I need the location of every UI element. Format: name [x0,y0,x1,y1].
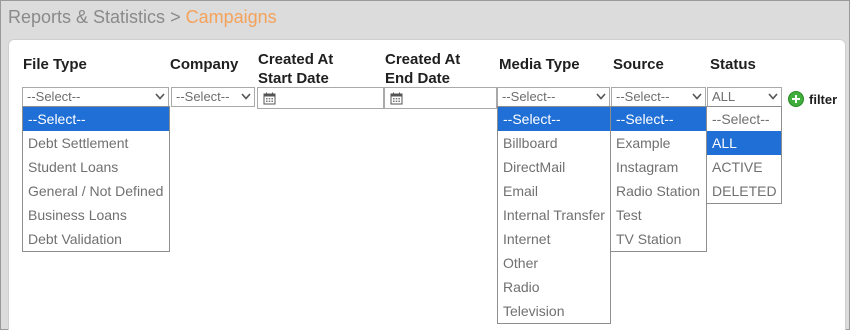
list-item[interactable]: Example [611,131,706,155]
breadcrumb: Reports & Statistics > Campaigns [8,7,277,28]
list-item[interactable]: Internal Transfer [498,203,610,227]
file-type-select[interactable]: --Select-- [22,87,169,107]
list-item[interactable]: Debt Settlement [23,131,169,155]
label-created-start-line2: Start Date [258,70,329,87]
list-item[interactable]: Debt Validation [23,227,169,251]
filter-label: filter [809,91,838,107]
label-file-type: File Type [23,56,87,73]
chevron-down-icon [596,92,606,101]
list-item[interactable]: Business Loans [23,203,169,227]
media-type-dropdown: --Select-- Billboard DirectMail Email In… [497,106,611,324]
company-select[interactable]: --Select-- [171,87,255,107]
breadcrumb-current: Campaigns [185,7,277,27]
list-item[interactable]: Radio Station [611,179,706,203]
list-item[interactable]: Billboard [498,131,610,155]
list-item[interactable]: --Select-- [23,107,169,131]
calendar-icon[interactable] [390,92,403,110]
chevron-down-icon [692,92,702,101]
list-item[interactable]: --Select-- [707,107,781,131]
list-item[interactable]: TV Station [611,227,706,251]
list-item[interactable]: Radio [498,275,610,299]
list-item[interactable]: Email [498,179,610,203]
list-item[interactable]: --Select-- [611,107,706,131]
company-select-value: --Select-- [176,89,230,104]
list-item[interactable]: General / Not Defined [23,179,169,203]
created-end-date-input[interactable] [384,87,497,109]
filter-button[interactable]: filter [788,91,837,107]
label-created-start-line1: Created At [258,51,334,68]
label-created-end-line2: End Date [385,70,451,87]
media-type-select[interactable]: --Select-- [497,87,610,107]
list-item[interactable]: Internet [498,227,610,251]
list-item[interactable]: Other [498,251,610,275]
chevron-down-icon [155,92,165,101]
breadcrumb-parent[interactable]: Reports & Statistics [8,7,165,27]
list-item[interactable]: Television [498,299,610,323]
chevron-down-icon [768,92,778,101]
breadcrumb-separator: > [170,7,181,27]
source-select-value: --Select-- [616,89,670,104]
status-select[interactable]: ALL [707,87,782,107]
status-dropdown: --Select-- ALL ACTIVE DELETED [706,106,782,204]
label-source: Source [613,56,664,73]
list-item[interactable]: Test [611,203,706,227]
label-company: Company [170,56,239,73]
calendar-icon[interactable] [263,92,276,110]
label-created-end-line1: Created At [385,51,461,68]
label-created-start: Created At Start Date [258,50,333,88]
source-dropdown: --Select-- Example Instagram Radio Stati… [610,106,707,252]
list-item[interactable]: Instagram [611,155,706,179]
list-item[interactable]: --Select-- [498,107,610,131]
list-item[interactable]: DELETED [707,179,781,203]
add-icon [788,91,804,107]
list-item[interactable]: DirectMail [498,155,610,179]
file-type-select-value: --Select-- [27,89,81,104]
source-select[interactable]: --Select-- [611,87,706,107]
media-type-select-value: --Select-- [502,89,556,104]
chevron-down-icon [241,92,251,101]
label-media-type: Media Type [499,56,580,73]
status-select-value: ALL [712,89,736,104]
label-created-end: Created At End Date [385,50,460,88]
list-item[interactable]: ACTIVE [707,155,781,179]
label-status: Status [710,56,756,73]
file-type-dropdown: --Select-- Debt Settlement Student Loans… [22,106,170,252]
list-item[interactable]: ALL [707,131,781,155]
created-start-date-input[interactable] [257,87,384,109]
list-item[interactable]: Student Loans [23,155,169,179]
